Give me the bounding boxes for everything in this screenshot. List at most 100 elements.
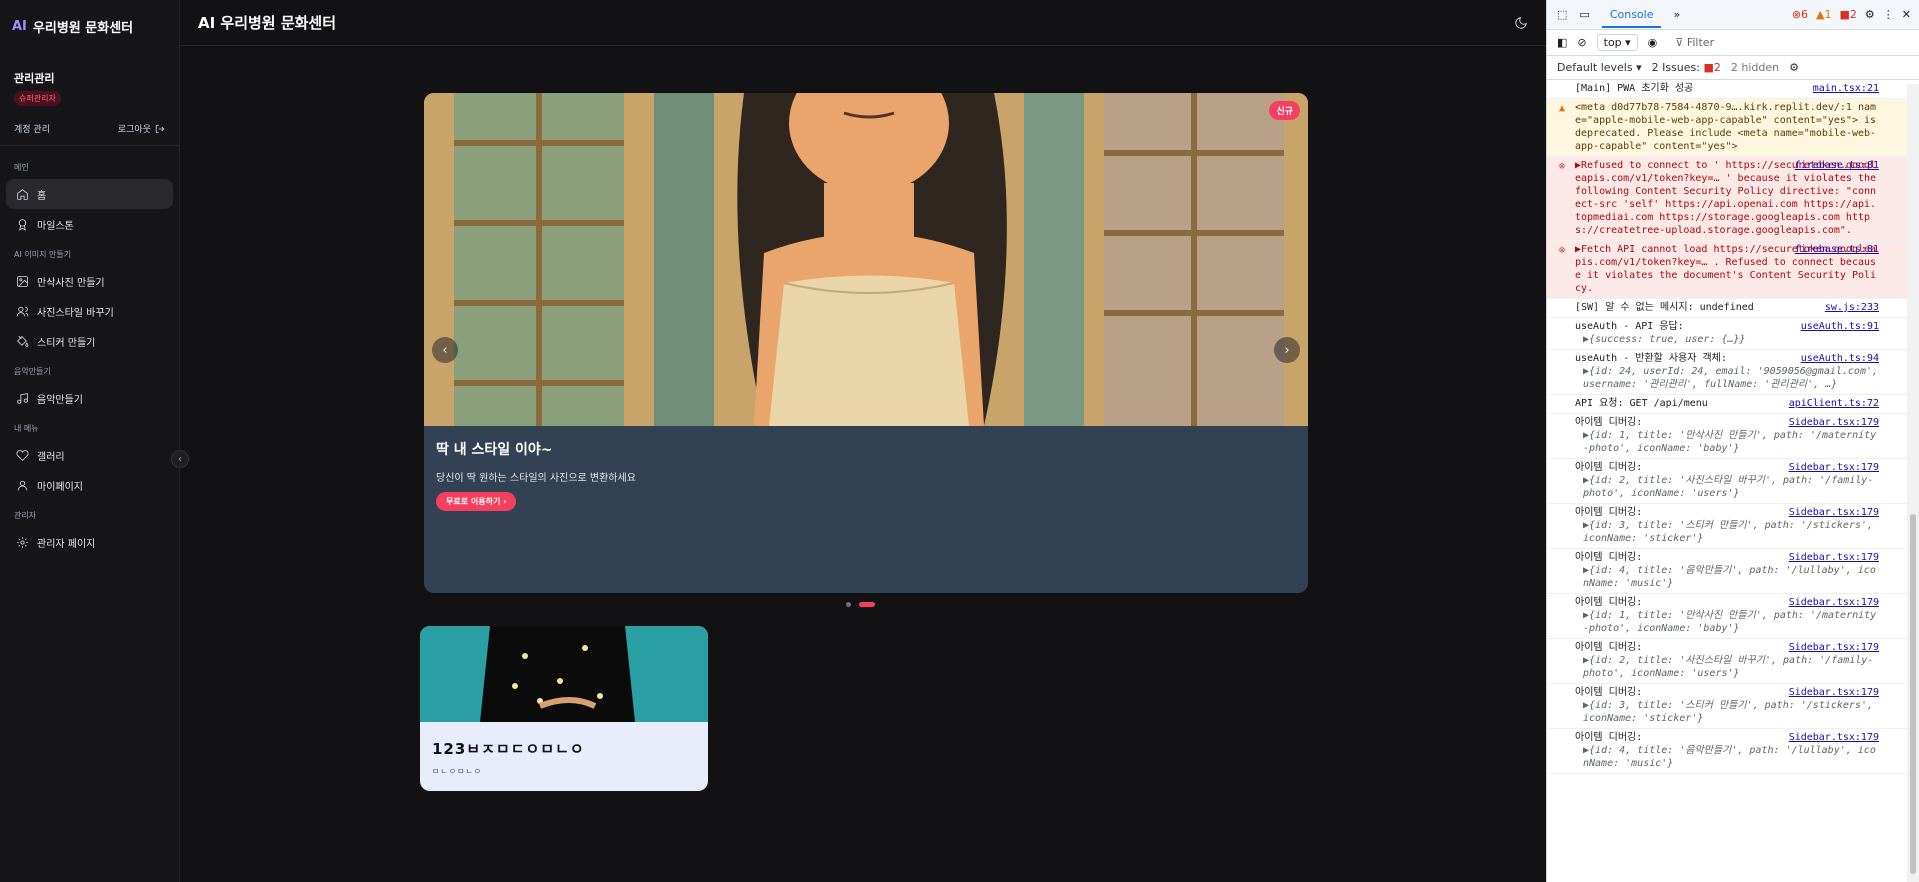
console-entry[interactable]: useAuth - 반환할 사용자 객체: useAuth.ts:94 ▶{id: …	[1547, 350, 1919, 395]
carousel-next-button[interactable]: ›	[1274, 337, 1300, 363]
source-link[interactable]: firebase.ts:81	[1795, 243, 1879, 256]
console-message: 아이템 디버깅:	[1575, 417, 1643, 428]
source-link[interactable]: Sidebar.tsx:179	[1789, 596, 1879, 609]
sidebar-item-paint-bucket[interactable]: 스티커 만들기	[6, 326, 173, 356]
console-entry[interactable]: 아이템 디버깅: Sidebar.tsx:179 ▶{id: 4, title: '…	[1547, 549, 1919, 594]
error-icon: ⊗	[1559, 161, 1566, 172]
logout-label: 로그아웃	[117, 125, 151, 135]
carousel-dot-1[interactable]	[846, 602, 851, 607]
sidebar-item-image-plus[interactable]: 만삭사진 만들기	[6, 266, 173, 296]
console-entry[interactable]: [SW] 알 수 없는 메시지: undefined sw.js:233	[1547, 299, 1919, 318]
sidebar-item-home[interactable]: 홈	[6, 179, 173, 209]
context-select[interactable]: top ▾	[1596, 34, 1638, 51]
home-icon	[17, 188, 28, 200]
carousel-dots	[846, 602, 875, 607]
sidebar-item-label: 스티커 만들기	[37, 337, 96, 349]
source-link[interactable]: sw.js:233	[1825, 301, 1879, 314]
dark-mode-toggle-icon[interactable]	[1514, 16, 1528, 30]
console-entry[interactable]: 아이템 디버깅: Sidebar.tsx:179 ▶{id: 3, title: '…	[1547, 684, 1919, 729]
sidebar-item-gear[interactable]: 관리자 페이지	[6, 527, 173, 557]
sidebar-item-music[interactable]: 음악만들기	[6, 383, 173, 413]
console-object[interactable]: ▶{success: true, user: {…}}	[1575, 333, 1879, 346]
carousel-prev-button[interactable]: ‹	[432, 337, 458, 363]
settings-icon[interactable]: ⚙	[1865, 8, 1875, 21]
console-entry[interactable]: 아이템 디버깅: Sidebar.tsx:179 ▶{id: 3, title: '…	[1547, 504, 1919, 549]
image-plus-icon	[17, 275, 28, 287]
console-object[interactable]: ▶{id: 4, title: '음악만들기', path: '/lullaby…	[1575, 744, 1879, 770]
source-link[interactable]: Sidebar.tsx:179	[1789, 506, 1879, 519]
console-scrollbar[interactable]	[1907, 84, 1919, 882]
console-object[interactable]: ▶{id: 1, title: '만삭사진 만들기', path: '/mate…	[1575, 429, 1879, 455]
source-link[interactable]: Sidebar.tsx:179	[1789, 461, 1879, 474]
carousel-dot-2[interactable]	[859, 602, 875, 607]
more-tabs-icon[interactable]: »	[1673, 8, 1680, 21]
filter-input[interactable]: ⊽ Filter	[1675, 36, 1714, 49]
eye-icon[interactable]: ◉	[1648, 36, 1658, 49]
nav-section-label: 내 메뉴	[14, 424, 39, 433]
console-object[interactable]: ▶{id: 4, title: '음악만들기', path: '/lullaby…	[1575, 564, 1879, 590]
console-entry[interactable]: ⊗ ▶Refused to connect to ' https://secure…	[1547, 157, 1919, 241]
source-link[interactable]: useAuth.ts:94	[1801, 352, 1879, 365]
scrollbar-thumb[interactable]	[1910, 514, 1916, 874]
collapse-sidebar-button[interactable]: ‹	[171, 450, 189, 468]
console-object[interactable]: ▶{id: 2, title: '사진스타일 바꾸기', path: '/fam…	[1575, 474, 1879, 500]
content-card[interactable]: 123ㅂㅈㅁㄷㅇㅁㄴㅇ ㅁㄴㅇㅁㄴㅇ	[420, 626, 708, 791]
error-icon: ⊗	[1559, 245, 1566, 256]
hero-carousel: 신규 ‹ › 딱 내 스타일 이야~ 당신이 딱 원하는 스타일의 사진으로 변…	[424, 93, 1308, 593]
source-link[interactable]: Sidebar.tsx:179	[1789, 641, 1879, 654]
free-use-button[interactable]: 무료로 이용하기 ›	[436, 492, 517, 511]
console-entry[interactable]: 아이템 디버깅: Sidebar.tsx:179 ▶{id: 2, title: '…	[1547, 639, 1919, 684]
console-entry[interactable]: 아이템 디버깅: Sidebar.tsx:179 ▶{id: 2, title: '…	[1547, 459, 1919, 504]
console-entry[interactable]: ⊗ ▶Fetch API cannot load https://secureto…	[1547, 241, 1919, 299]
console-object[interactable]: ▶{id: 3, title: '스티커 만들기', path: '/stick…	[1575, 519, 1879, 545]
sidebar-toggle-icon[interactable]: ◧	[1557, 36, 1567, 49]
sidebar-item-award[interactable]: 마일스톤	[6, 209, 173, 239]
levels-select[interactable]: Default levels ▾	[1557, 61, 1642, 74]
source-link[interactable]: Sidebar.tsx:179	[1789, 731, 1879, 744]
source-link[interactable]: main.tsx:21	[1813, 82, 1879, 95]
more-options-icon[interactable]: ⋮	[1883, 8, 1894, 21]
source-link[interactable]: Sidebar.tsx:179	[1789, 686, 1879, 699]
header: AI 우리병원 문화센터	[180, 0, 1546, 46]
console-message: 아이템 디버깅:	[1575, 732, 1643, 743]
card-image	[420, 626, 708, 722]
source-link[interactable]: Sidebar.tsx:179	[1789, 416, 1879, 429]
console-object[interactable]: ▶{id: 2, title: '사진스타일 바꾸기', path: '/fam…	[1575, 654, 1879, 680]
message-counts[interactable]: ⊗6 ▲1 ■2 ⚙ ⋮ ✕	[1792, 8, 1919, 21]
issues-link[interactable]: 2 Issues: ■2	[1652, 61, 1721, 74]
console-toolbar: ◧ ⊘ top ▾ ◉ ⊽ Filter	[1547, 30, 1919, 56]
source-link[interactable]: firebase.ts:81	[1795, 159, 1879, 172]
tab-console[interactable]: Console	[1601, 1, 1662, 28]
account-manage-link[interactable]: 계정 관리	[14, 122, 50, 135]
source-link[interactable]: Sidebar.tsx:179	[1789, 551, 1879, 564]
card-title: 123ㅂㅈㅁㄷㅇㅁㄴㅇ	[432, 740, 585, 758]
console-entry[interactable]: ▲ <meta d0d77b78-7584-4870-9….kirk.replit…	[1547, 99, 1919, 157]
clear-console-icon[interactable]: ⊘	[1577, 36, 1586, 49]
console-entry[interactable]: 아이템 디버깅: Sidebar.tsx:179 ▶{id: 1, title: '…	[1547, 594, 1919, 639]
console-entry[interactable]: 아이템 디버깅: Sidebar.tsx:179 ▶{id: 1, title: '…	[1547, 414, 1919, 459]
sidebar-item-user[interactable]: 마이페이지	[6, 470, 173, 500]
source-link[interactable]: useAuth.ts:91	[1801, 320, 1879, 333]
error-count: ⊗6	[1791, 8, 1809, 21]
award-icon	[18, 218, 27, 231]
source-link[interactable]: apiClient.ts:72	[1789, 397, 1879, 410]
console-settings-icon[interactable]: ⚙	[1789, 61, 1799, 74]
console-entry[interactable]: 아이템 디버깅: Sidebar.tsx:179 ▶{id: 4, title: '…	[1547, 729, 1919, 774]
console-entry[interactable]: API 요청: GET /api/menu apiClient.ts:72	[1547, 395, 1919, 414]
sidebar-item-users[interactable]: 사진스타일 바꾸기	[6, 296, 173, 326]
sidebar-item-heart[interactable]: 갤러리	[6, 440, 173, 470]
close-icon[interactable]: ✕	[1902, 8, 1911, 21]
sidebar: AI 우리병원 문화센터 관리관리 슈퍼관리자 계정 관리 로그아웃 메인 홈 마일…	[0, 0, 189, 882]
inspect-icon[interactable]: ⬚	[1557, 8, 1567, 21]
logout-button[interactable]: 로그아웃	[118, 122, 165, 135]
brand-logo[interactable]: AI 우리병원 문화센터	[0, 0, 179, 52]
device-toggle-icon[interactable]: ▭	[1579, 8, 1589, 21]
music-icon	[17, 392, 28, 404]
console-entry[interactable]: [Main] PWA 초기화 성공 main.tsx:21	[1547, 80, 1919, 99]
console-object[interactable]: ▶{id: 3, title: '스티커 만들기', path: '/stick…	[1575, 699, 1879, 725]
levels-bar: Default levels ▾ 2 Issues: ■2 2 hidden ⚙	[1547, 56, 1919, 80]
page-title: AI 우리병원 문화센터	[198, 14, 337, 32]
console-entry[interactable]: useAuth - API 응답: useAuth.ts:91 ▶{success:…	[1547, 318, 1919, 350]
console-object[interactable]: ▶{id: 24, userId: 24, email: '9059056@gm…	[1575, 365, 1879, 391]
console-object[interactable]: ▶{id: 1, title: '만삭사진 만들기', path: '/mate…	[1575, 609, 1879, 635]
